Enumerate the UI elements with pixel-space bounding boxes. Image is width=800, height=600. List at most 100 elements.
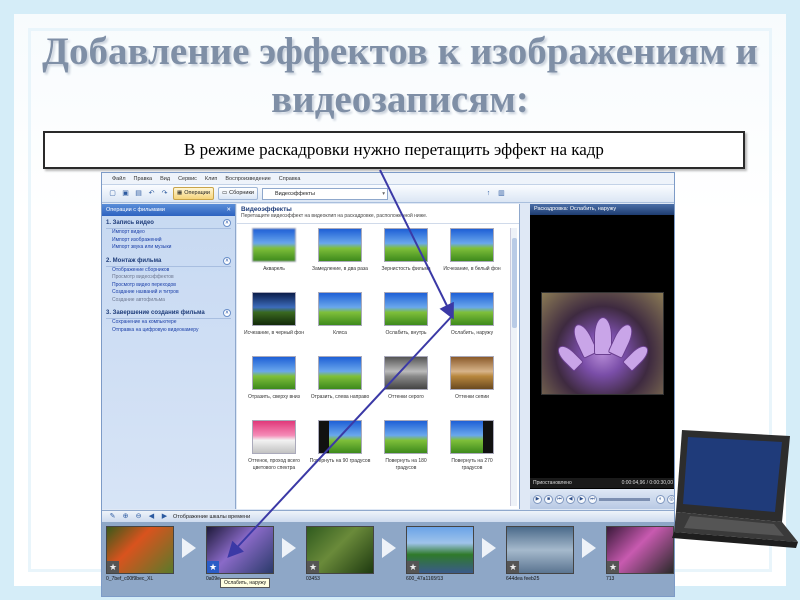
task-link-automovie[interactable]: Создание автофильма xyxy=(106,297,231,305)
task-link-import-audio[interactable]: Импорт звука или музыки xyxy=(106,244,231,252)
storyboard-clip[interactable]: ★ 600_47a1165f13 xyxy=(406,526,474,582)
effect-item[interactable]: Кляса xyxy=(309,292,371,354)
task-section-title[interactable]: 3. Завершение создания фильма ˄ xyxy=(106,309,231,319)
effect-thumbnail[interactable] xyxy=(384,356,428,390)
undo-icon[interactable]: ↶ xyxy=(147,189,156,198)
save-icon[interactable]: ▤ xyxy=(134,189,143,198)
effect-thumbnail[interactable] xyxy=(252,228,296,262)
task-link-send-camera[interactable]: Отправка на цифровую видеокамеру xyxy=(106,327,231,335)
effect-thumbnail[interactable] xyxy=(318,356,362,390)
task-link-show-collections[interactable]: Отображение сборников xyxy=(106,267,231,275)
play-icon[interactable]: ▶ xyxy=(533,494,542,504)
zoom-in-icon[interactable]: ⊕ xyxy=(121,512,130,521)
task-section-title[interactable]: 1. Запись видео ˄ xyxy=(106,219,231,229)
storyboard-clip[interactable]: ★ 713 xyxy=(606,526,674,582)
effect-thumbnail[interactable] xyxy=(318,292,362,326)
star-icon[interactable]: ★ xyxy=(307,561,319,573)
effect-thumbnail[interactable] xyxy=(384,292,428,326)
effect-item[interactable]: Замедление, в два раза xyxy=(309,228,371,290)
clip-thumbnail[interactable]: ★ xyxy=(106,526,174,574)
clip-thumbnail[interactable]: ★ xyxy=(406,526,474,574)
transition-slot[interactable] xyxy=(182,538,196,558)
effect-thumbnail[interactable] xyxy=(252,292,296,326)
effect-item[interactable]: Исчезание, в черный фон xyxy=(243,292,305,354)
task-link-save-computer[interactable]: Сохранение на компьютере xyxy=(106,319,231,327)
play-icon[interactable]: ▶ xyxy=(160,512,169,521)
effect-item[interactable]: Повернуть на 180 градусов xyxy=(375,420,437,482)
effect-thumbnail[interactable] xyxy=(252,420,296,454)
storyboard-clip[interactable]: ★ 644dea feeb25 xyxy=(506,526,574,582)
effect-item[interactable]: Ослабить, наружу xyxy=(441,292,503,354)
task-section-title[interactable]: 2. Монтаж фильма ˄ xyxy=(106,256,231,267)
rewind-icon[interactable]: ◀ xyxy=(566,494,575,504)
effect-thumbnail[interactable] xyxy=(252,356,296,390)
show-timeline-button[interactable]: Отображение шкалы времени xyxy=(173,514,250,520)
zoom-out-icon[interactable]: ⊖ xyxy=(134,512,143,521)
rewind-icon[interactable]: ◀ xyxy=(147,512,156,521)
menu-edit[interactable]: Правка xyxy=(134,176,153,182)
effect-thumbnail[interactable] xyxy=(384,228,428,262)
effect-thumbnail[interactable] xyxy=(450,228,494,262)
task-link-make-titles[interactable]: Создание названий и титров xyxy=(106,289,231,297)
transition-slot[interactable] xyxy=(382,538,396,558)
effect-item[interactable]: Отразить, слева направо xyxy=(309,356,371,418)
transition-slot[interactable] xyxy=(482,538,496,558)
chevron-up-icon[interactable]: ˄ xyxy=(223,219,231,227)
collections-dropdown[interactable]: Видеоэффекты ▾ xyxy=(261,187,388,200)
effect-item[interactable]: Оттенки сепии xyxy=(441,356,503,418)
effect-item[interactable]: Ослабить, внутрь xyxy=(375,292,437,354)
menu-file[interactable]: Файл xyxy=(112,176,126,182)
chevron-up-icon[interactable]: ˄ xyxy=(223,256,231,265)
collections-button[interactable]: ▭ Сборники xyxy=(217,187,258,200)
next-icon[interactable]: ⏭ xyxy=(588,494,597,504)
menu-clip[interactable]: Клип xyxy=(205,176,217,182)
scrollbar-thumb[interactable] xyxy=(512,238,517,328)
effect-thumbnail[interactable] xyxy=(450,420,494,454)
close-icon[interactable]: ✕ xyxy=(226,204,231,216)
up-folder-icon[interactable]: ↑ xyxy=(484,189,493,198)
effect-item[interactable]: Акварель xyxy=(243,228,305,290)
effect-thumbnail[interactable] xyxy=(384,420,428,454)
storyboard-clip[interactable]: ★ 0_7bef_c00f9bec_XL xyxy=(106,526,174,582)
effect-thumbnail[interactable] xyxy=(318,420,362,454)
menu-help[interactable]: Справка xyxy=(279,176,301,182)
view-icon[interactable]: ▥ xyxy=(497,189,506,198)
effect-thumbnail[interactable] xyxy=(450,356,494,390)
menu-view[interactable]: Вид xyxy=(160,176,170,182)
effect-item[interactable]: Зернистость фильма xyxy=(375,228,437,290)
star-icon[interactable]: ★ xyxy=(607,561,619,573)
forward-icon[interactable]: ▶ xyxy=(577,494,586,504)
stop-icon[interactable]: ■ xyxy=(544,494,553,504)
star-icon[interactable]: ★ xyxy=(107,561,119,573)
open-icon[interactable]: ▣ xyxy=(121,189,130,198)
clip-thumbnail[interactable]: ★ xyxy=(606,526,674,574)
clip-thumbnail[interactable]: ★ xyxy=(306,526,374,574)
star-icon[interactable]: ★ xyxy=(407,561,419,573)
split-icon[interactable]: ◐ xyxy=(656,494,665,504)
previous-icon[interactable]: ⏮ xyxy=(555,494,564,504)
effect-item[interactable]: Оттенок, проход всего цветового спектра xyxy=(243,420,305,482)
effect-item[interactable]: Исчезание, в белый фон xyxy=(441,228,503,290)
effect-item[interactable]: Отразить, сверху вниз xyxy=(243,356,305,418)
task-link-import-video[interactable]: Импорт видео xyxy=(106,229,231,237)
effect-item[interactable]: Повернуть на 90 градусов xyxy=(309,420,371,482)
effect-item[interactable]: Повернуть на 270 градусов xyxy=(441,420,503,482)
effect-thumbnail[interactable] xyxy=(450,292,494,326)
transition-slot[interactable] xyxy=(582,538,596,558)
clip-thumbnail[interactable]: ★ xyxy=(206,526,274,574)
storyboard-clip[interactable]: ★ 0a09e xyxy=(206,526,274,582)
star-icon[interactable]: ★ xyxy=(207,561,219,573)
operations-button[interactable]: ▦ Операции xyxy=(173,187,214,200)
storyboard-clip[interactable]: ★ 03453 xyxy=(306,526,374,582)
redo-icon[interactable]: ↷ xyxy=(160,189,169,198)
clip-thumbnail[interactable]: ★ xyxy=(506,526,574,574)
seek-bar[interactable] xyxy=(599,497,650,501)
star-icon[interactable]: ★ xyxy=(507,561,519,573)
transition-slot[interactable] xyxy=(282,538,296,558)
chevron-up-icon[interactable]: ˄ xyxy=(223,309,231,317)
task-link-view-transitions[interactable]: Просмотр видео переходов xyxy=(106,282,231,290)
menu-playback[interactable]: Воспроизведение xyxy=(225,176,270,182)
narrate-icon[interactable]: ✎ xyxy=(108,512,117,521)
task-link-view-effects[interactable]: Просмотр видеоэффектов xyxy=(106,274,231,282)
effect-thumbnail[interactable] xyxy=(318,228,362,262)
